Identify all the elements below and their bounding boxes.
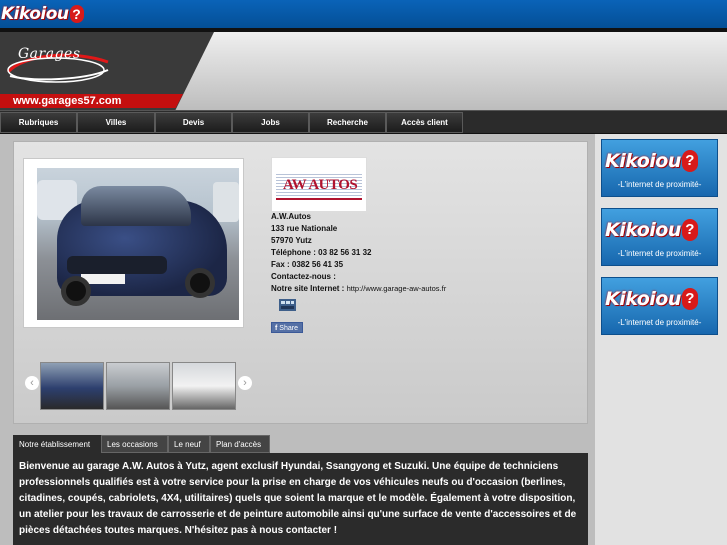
tab-plan-acces[interactable]: Plan d'accès	[210, 435, 270, 453]
ad-brand: Kikoiou	[605, 288, 681, 310]
kikoiou-ad-banner[interactable]: Kikoiou ? -L'internet de proximité-	[601, 277, 718, 335]
business-logo-text: AW AUTOS	[283, 177, 358, 193]
car-windshield	[81, 186, 191, 226]
car-grille	[67, 256, 167, 274]
business-info: A.W.Autos 133 rue Nationale 57970 Yutz T…	[271, 211, 571, 295]
ad-logo: Kikoiou ?	[605, 282, 715, 316]
site-header: Garages www.garages57.com	[0, 32, 727, 110]
nav-item-recherche[interactable]: Recherche	[309, 112, 386, 133]
business-name: A.W.Autos	[271, 212, 311, 221]
brand-text: Kikoiou	[1, 4, 69, 24]
website-row: Notre site Internet : http://www.garage-…	[271, 283, 571, 295]
tab-notre-etablissement[interactable]: Notre établissement	[13, 435, 101, 453]
nav-item-jobs[interactable]: Jobs	[232, 112, 309, 133]
ad-brand-mark: ?	[681, 219, 698, 241]
business-telephone: Téléphone : 03 82 56 31 32	[271, 248, 372, 257]
logo-underline	[276, 198, 362, 200]
gallery-prev-button[interactable]: ‹	[25, 376, 39, 390]
ad-brand-mark: ?	[681, 288, 698, 310]
ad-tagline: -L'internet de proximité-	[617, 180, 702, 189]
establishment-description: Bienvenue au garage A.W. Autos à Yutz, a…	[13, 453, 588, 545]
main-nav: Rubriques Villes Devis Jobs Recherche Ac…	[0, 110, 727, 134]
thumbnail[interactable]	[172, 362, 236, 410]
ad-logo: Kikoiou ?	[605, 213, 715, 247]
facebook-share-button[interactable]: f Share	[271, 322, 303, 333]
ads-column: Kikoiou ? -L'internet de proximité- Kiko…	[595, 134, 727, 545]
business-address: 133 rue Nationale	[271, 224, 338, 233]
ad-tagline: -L'internet de proximité-	[617, 249, 702, 258]
business-fax: Fax : 0382 56 41 35	[271, 260, 344, 269]
kikoiou-logo[interactable]: Kikoiou ?	[1, 2, 89, 26]
gallery-next-button[interactable]: ›	[238, 376, 252, 390]
main-car-photo[interactable]	[37, 168, 239, 320]
brand-mark: ?	[69, 5, 84, 23]
site-url[interactable]: www.garages57.com	[0, 94, 183, 108]
nav-item-devis[interactable]: Devis	[155, 112, 232, 133]
nav-item-rubriques[interactable]: Rubriques	[0, 112, 77, 133]
kikoiou-ad-banner[interactable]: Kikoiou ? -L'internet de proximité-	[601, 208, 718, 266]
thumbnail[interactable]	[40, 362, 104, 410]
car-wheel	[185, 268, 215, 298]
thumbnail-strip: ‹ ›	[23, 362, 252, 412]
ad-logo: Kikoiou ?	[605, 144, 715, 178]
main-photo-frame	[23, 158, 244, 328]
business-panel: ‹ › AW AUTOS A.W.Autos 133 rue Nationale…	[13, 141, 588, 424]
garages-logo-text: Garages	[18, 46, 81, 62]
tab-les-occasions[interactable]: Les occasions	[101, 435, 168, 453]
car-wheel	[61, 276, 91, 306]
business-postal-city: 57970 Yutz	[271, 236, 312, 245]
nav-item-villes[interactable]: Villes	[77, 112, 155, 133]
website-link[interactable]: http://www.garage-aw-autos.fr	[347, 284, 447, 293]
ad-brand-mark: ?	[681, 150, 698, 172]
video-icon[interactable]	[278, 296, 298, 314]
ad-brand: Kikoiou	[605, 219, 681, 241]
background-car-right	[213, 182, 239, 222]
business-logo: AW AUTOS	[271, 157, 367, 212]
top-bar: Kikoiou ?	[0, 0, 727, 28]
ad-tagline: -L'internet de proximité-	[617, 318, 702, 327]
ad-brand: Kikoiou	[605, 150, 681, 172]
share-label: Share	[279, 325, 298, 332]
website-label: Notre site Internet :	[271, 284, 345, 293]
thumbnail[interactable]	[106, 362, 170, 410]
tab-le-neuf[interactable]: Le neuf	[168, 435, 210, 453]
kikoiou-ad-banner[interactable]: Kikoiou ? -L'internet de proximité-	[601, 139, 718, 197]
main-content: ‹ › AW AUTOS A.W.Autos 133 rue Nationale…	[0, 134, 595, 545]
nav-item-acces-client[interactable]: Accès client	[386, 112, 463, 133]
contact-link[interactable]: Contactez-nous :	[271, 271, 571, 283]
